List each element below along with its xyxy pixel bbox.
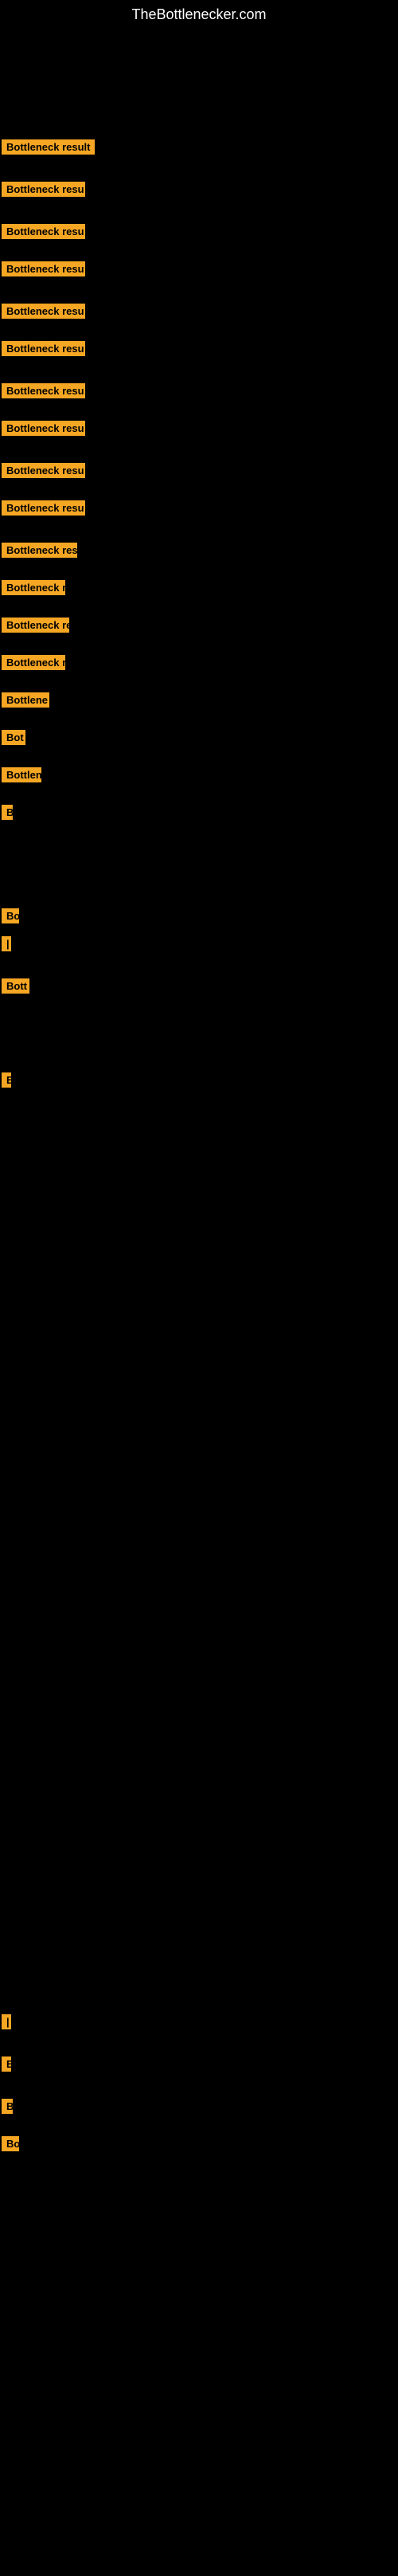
bottleneck-badge-16[interactable]: Bot xyxy=(2,730,25,751)
bottleneck-badge-14[interactable]: Bottleneck r xyxy=(2,655,65,676)
bottleneck-badge-20[interactable]: Bo xyxy=(2,908,19,929)
bottleneck-badge-22[interactable]: Bott xyxy=(2,978,29,999)
bottleneck-badge-15[interactable]: Bottlene xyxy=(2,692,49,713)
bottleneck-badge-9[interactable]: Bottleneck resu xyxy=(2,463,85,484)
bottleneck-badge-11[interactable]: Bottleneck res xyxy=(2,543,77,563)
bottleneck-badge-24[interactable]: E xyxy=(2,1072,11,1093)
bottleneck-badge-1[interactable]: Bottleneck result xyxy=(2,139,95,160)
bottleneck-badge-18[interactable]: B xyxy=(2,805,13,825)
bottleneck-badge-4[interactable]: Bottleneck resu xyxy=(2,261,85,282)
bottleneck-badge-6[interactable]: Bottleneck resu xyxy=(2,341,85,362)
bottleneck-badge-5[interactable]: Bottleneck resu xyxy=(2,304,85,324)
bottleneck-badge-17[interactable]: Bottlen xyxy=(2,767,41,788)
bottleneck-badge-26[interactable]: | xyxy=(2,2014,11,2035)
bottleneck-badge-3[interactable]: Bottleneck resu xyxy=(2,224,85,245)
bottleneck-badge-21[interactable]: | xyxy=(2,936,11,957)
bottleneck-badge-7[interactable]: Bottleneck resu xyxy=(2,383,85,404)
bottleneck-badge-29[interactable]: Bo xyxy=(2,2136,19,2157)
bottleneck-badge-12[interactable]: Bottleneck r xyxy=(2,580,65,601)
bottleneck-badge-8[interactable]: Bottleneck resu xyxy=(2,421,85,441)
site-header: TheBottlenecker.com xyxy=(0,0,398,26)
bottleneck-badge-2[interactable]: Bottleneck resu xyxy=(2,182,85,202)
site-title: TheBottlenecker.com xyxy=(0,0,398,26)
bottleneck-badge-10[interactable]: Bottleneck resu xyxy=(2,500,85,521)
bottleneck-badge-13[interactable]: Bottleneck re xyxy=(2,618,69,638)
bottleneck-badge-28[interactable]: B xyxy=(2,2099,13,2119)
bottleneck-badge-27[interactable]: E xyxy=(2,2056,11,2077)
